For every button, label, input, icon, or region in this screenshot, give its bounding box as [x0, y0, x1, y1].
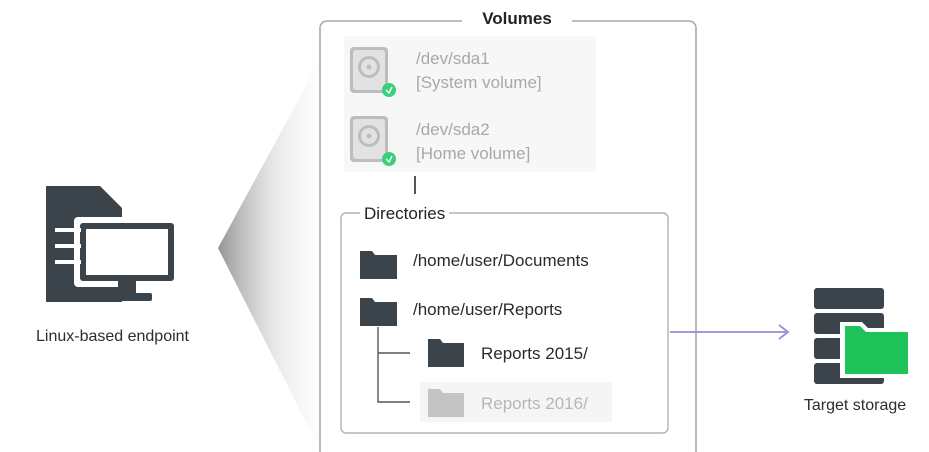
directory-item-reports[interactable]: /home/user/Reports	[413, 300, 562, 320]
volume-name: [Home volume]	[416, 144, 531, 163]
zoom-wedge	[218, 60, 320, 450]
target-storage-icon	[814, 288, 912, 384]
directory-item-reports-2015[interactable]: Reports 2015/	[481, 344, 588, 364]
volume-item-sda2[interactable]: /dev/sda2 [Home volume]	[416, 118, 530, 166]
target-storage-label: Target storage	[803, 397, 907, 414]
endpoint-label: Linux-based endpoint	[35, 328, 189, 345]
directory-item-documents[interactable]: /home/user/Documents	[413, 251, 589, 271]
folder-icon	[360, 298, 397, 326]
linux-computer-icon	[46, 186, 180, 302]
volume-item-sda1[interactable]: /dev/sda1 [System volume]	[416, 47, 542, 95]
volume-device: /dev/sda2	[416, 120, 490, 139]
folder-icon	[428, 389, 464, 417]
directory-item-reports-2016[interactable]: Reports 2016/	[481, 394, 588, 414]
directories-title: Directories	[360, 204, 450, 224]
volume-device: /dev/sda1	[416, 49, 490, 68]
folder-icon	[428, 339, 464, 367]
volumes-title: Volumes	[462, 9, 572, 29]
folder-icon	[360, 251, 397, 279]
volume-name: [System volume]	[416, 73, 542, 92]
